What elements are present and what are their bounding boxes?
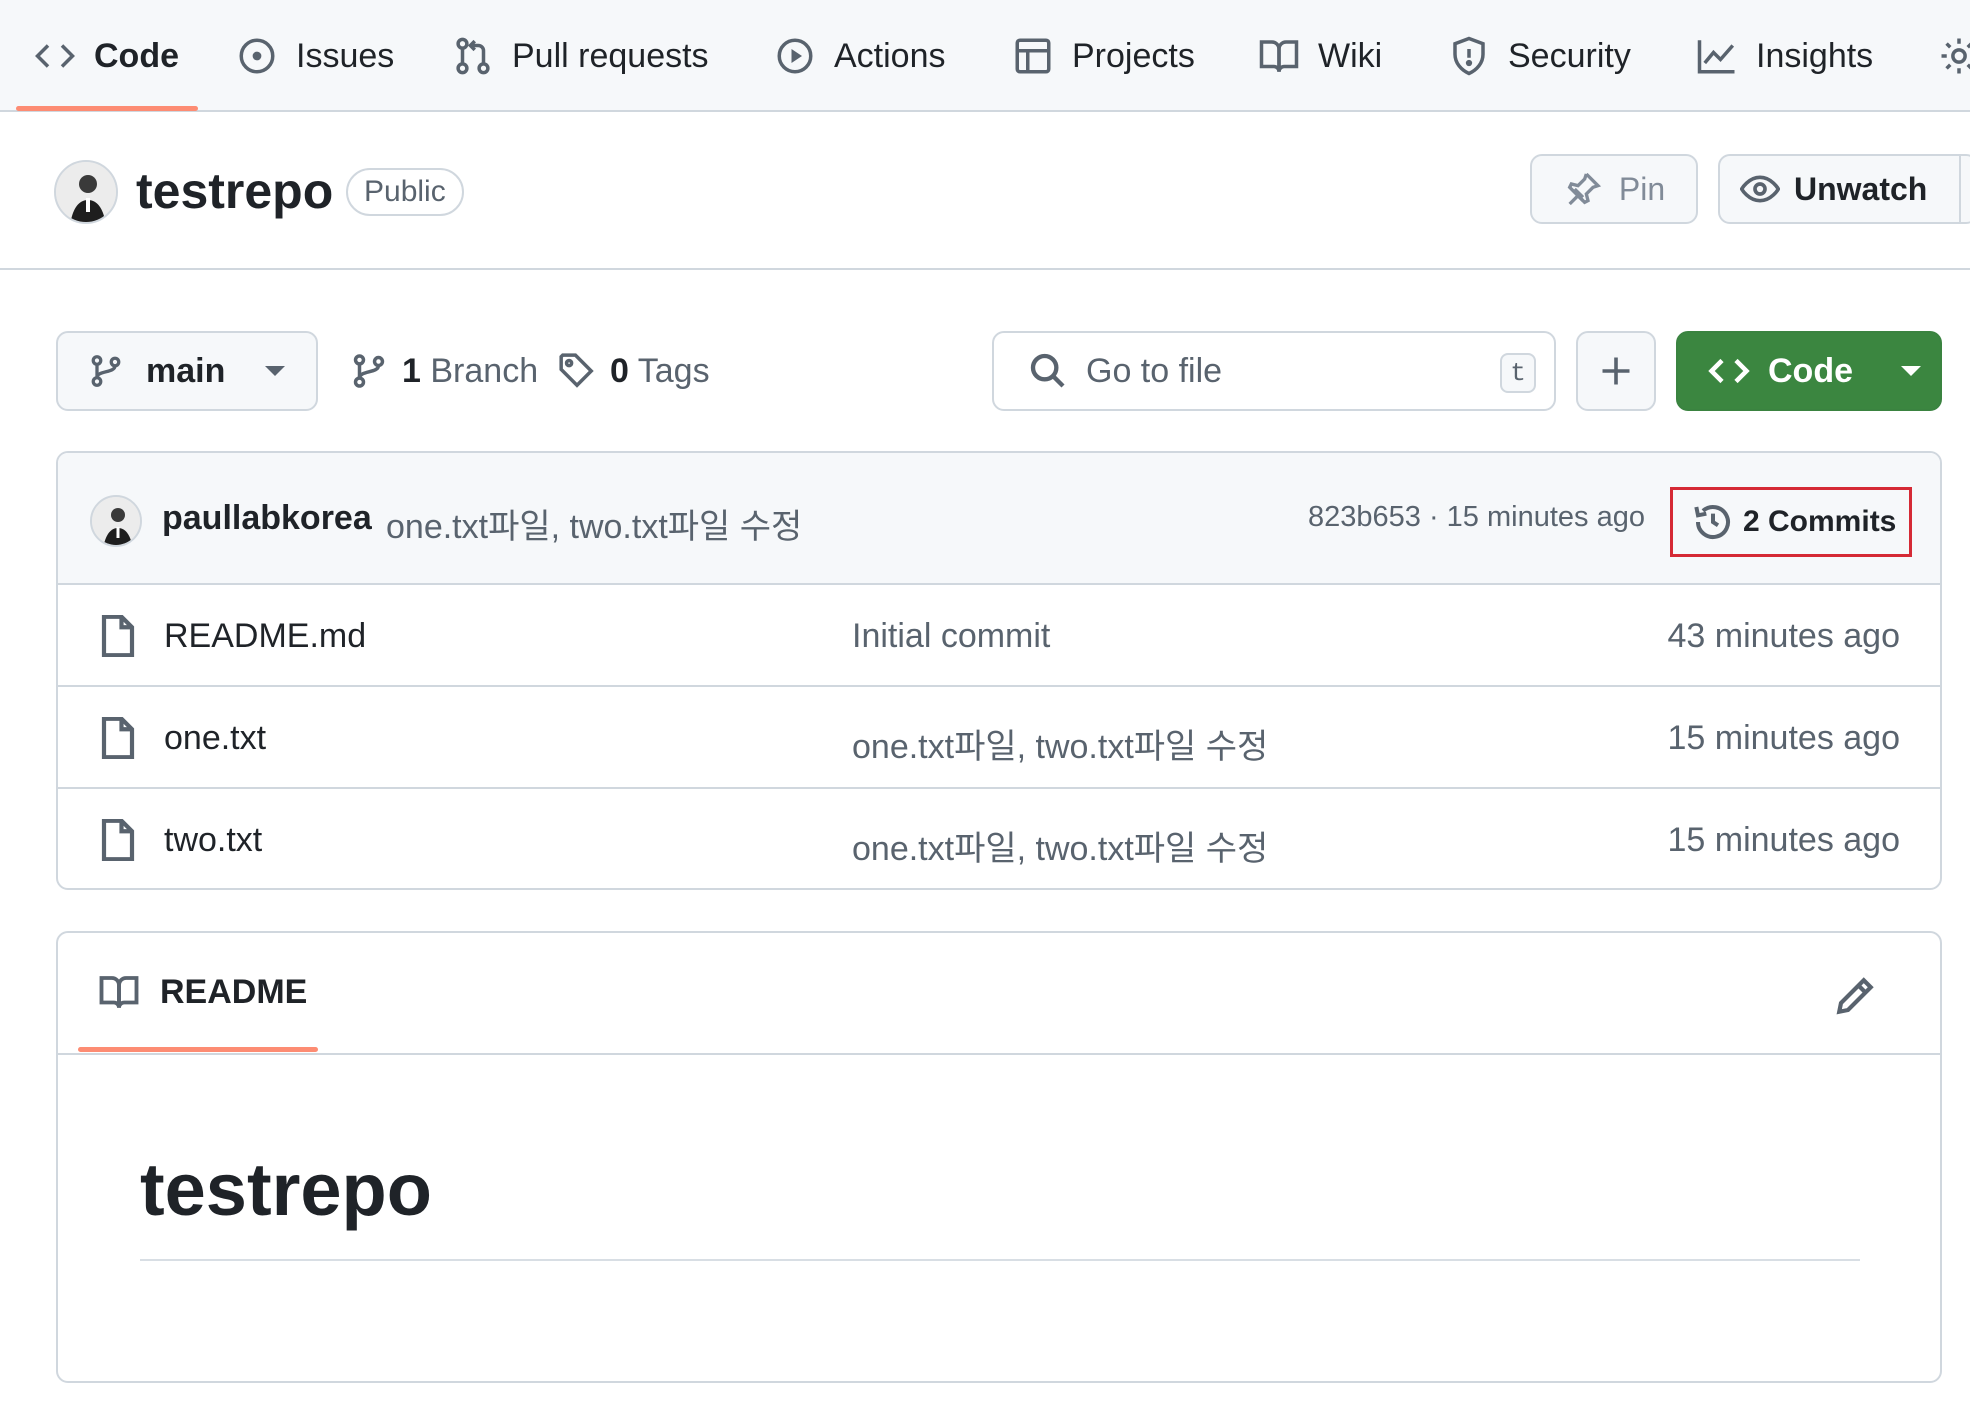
commit-message[interactable]: one.txt파일, two.txt파일 수정 — [386, 499, 802, 548]
branch-label: Branch — [430, 351, 539, 390]
readme-heading: testrepo — [140, 1148, 432, 1231]
graph-icon — [1696, 35, 1738, 77]
play-circle-icon — [774, 35, 816, 77]
code-dropdown-button[interactable]: Code — [1676, 331, 1942, 411]
pin-button[interactable]: Pin — [1530, 154, 1698, 224]
tab-projects[interactable]: Projects — [1012, 0, 1195, 112]
search-icon — [1028, 351, 1068, 391]
active-tab-indicator — [16, 106, 198, 111]
history-icon — [1693, 502, 1733, 542]
repo-header: testrepo Public Pin Unwatch 1 — [0, 114, 1970, 270]
go-to-file-search[interactable]: t — [992, 331, 1556, 411]
pencil-icon — [1834, 975, 1876, 1017]
table-row[interactable]: one.txt one.txt파일, two.txt파일 수정 15 minut… — [58, 687, 1940, 789]
edit-readme-button[interactable] — [1834, 975, 1876, 1017]
file-name[interactable]: README.md — [164, 617, 366, 656]
unwatch-button[interactable]: Unwatch 1 — [1718, 154, 1970, 224]
tag-icon — [558, 352, 596, 390]
file-commit-time: 43 minutes ago — [1667, 617, 1901, 655]
keyboard-shortcut-hint: t — [1500, 353, 1536, 393]
branch-selector[interactable]: main — [56, 331, 318, 411]
file-table: paullabkorea one.txt파일, two.txt파일 수정 823… — [56, 451, 1942, 890]
pin-label: Pin — [1618, 170, 1666, 207]
branch-name: main — [146, 351, 226, 390]
tab-label: Wiki — [1318, 36, 1383, 75]
readme-tab-indicator — [78, 1047, 318, 1052]
commit-hash-time[interactable]: 823b653 · 15 minutes ago — [1308, 501, 1645, 534]
issue-circle-icon — [236, 35, 278, 77]
readme-tab[interactable]: README — [98, 971, 307, 1013]
search-input[interactable] — [1086, 351, 1476, 391]
code-icon — [1708, 350, 1750, 392]
tab-actions[interactable]: Actions — [774, 0, 946, 112]
file-icon — [100, 717, 136, 759]
owner-avatar[interactable] — [54, 160, 118, 224]
book-icon — [1258, 35, 1300, 77]
pin-icon — [1563, 169, 1603, 209]
tag-count-text: 0 Tags — [610, 352, 710, 391]
plus-icon — [1598, 353, 1634, 389]
commits-history-link[interactable]: 2 Commits — [1670, 487, 1912, 557]
tag-count: 0 — [610, 351, 629, 390]
tab-insights[interactable]: Insights — [1696, 0, 1873, 112]
tab-label: Issues — [296, 36, 395, 75]
file-icon — [100, 615, 136, 657]
unwatch-label: Unwatch — [1794, 170, 1928, 207]
branch-count-text: 1 Branch — [402, 352, 538, 391]
tab-wiki[interactable]: Wiki — [1258, 0, 1382, 112]
chevron-down-icon — [1901, 366, 1921, 376]
tags-link[interactable]: 0 Tags — [558, 331, 710, 411]
table-icon — [1012, 35, 1054, 77]
author-avatar[interactable] — [90, 495, 142, 547]
tab-security[interactable]: Security — [1448, 0, 1631, 112]
tab-pull-requests[interactable]: Pull requests — [452, 0, 709, 112]
branches-link[interactable]: 1 Branch — [350, 331, 538, 411]
file-commit-message[interactable]: one.txt파일, two.txt파일 수정 — [852, 821, 1268, 870]
table-row[interactable]: README.md Initial commit 43 minutes ago — [58, 585, 1940, 687]
tab-label: Insights — [1756, 36, 1874, 75]
chevron-down-icon — [265, 366, 286, 376]
file-commit-time: 15 minutes ago — [1667, 821, 1901, 859]
eye-icon — [1740, 169, 1780, 209]
watch-count: 1 — [1959, 154, 1970, 224]
tab-code[interactable]: Code — [34, 0, 179, 112]
readme-header: README — [58, 933, 1940, 1055]
shield-icon — [1448, 35, 1490, 77]
readme-panel: README testrepo — [56, 931, 1942, 1383]
file-commit-message[interactable]: one.txt파일, two.txt파일 수정 — [852, 719, 1268, 768]
tab-label: Code — [94, 36, 179, 75]
tab-label: Security — [1508, 36, 1631, 75]
readme-tab-label: README — [160, 972, 308, 1011]
branch-count: 1 — [402, 351, 421, 390]
add-file-button[interactable] — [1576, 331, 1656, 411]
book-icon — [98, 971, 140, 1013]
branch-icon — [350, 352, 388, 390]
file-commit-time: 15 minutes ago — [1667, 719, 1901, 757]
file-icon — [100, 819, 136, 861]
gear-icon — [1938, 35, 1970, 77]
tab-label: Actions — [834, 36, 946, 75]
commit-author[interactable]: paullabkorea — [162, 499, 372, 538]
repo-name[interactable]: testrepo — [136, 162, 333, 220]
repo-nav: Code Issues Pull requests Actions Projec… — [0, 0, 1970, 112]
heading-divider — [140, 1259, 1860, 1261]
latest-commit-bar: paullabkorea one.txt파일, two.txt파일 수정 823… — [58, 453, 1940, 585]
file-commit-message[interactable]: Initial commit — [852, 617, 1050, 656]
tab-label: Pull requests — [512, 36, 709, 75]
file-name[interactable]: two.txt — [164, 821, 262, 860]
commits-label: 2 Commits — [1743, 505, 1897, 538]
code-icon — [34, 35, 76, 77]
tab-issues[interactable]: Issues — [236, 0, 394, 112]
pull-request-icon — [452, 35, 494, 77]
tag-label: Tags — [637, 351, 710, 390]
tab-label: Projects — [1072, 36, 1195, 75]
visibility-badge: Public — [346, 168, 464, 216]
branch-icon — [88, 353, 124, 389]
table-row[interactable]: two.txt one.txt파일, two.txt파일 수정 15 minut… — [58, 789, 1940, 888]
code-button-label: Code — [1768, 351, 1853, 390]
file-name[interactable]: one.txt — [164, 719, 266, 758]
tab-settings[interactable] — [1938, 0, 1970, 112]
